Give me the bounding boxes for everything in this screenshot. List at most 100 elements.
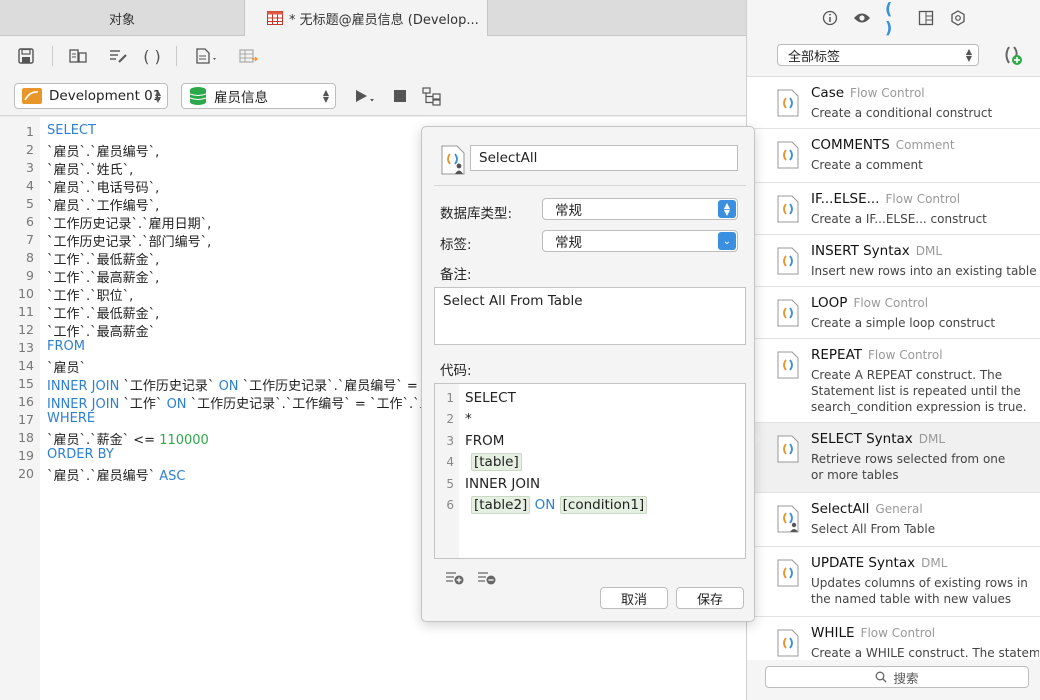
db-type-select[interactable]: 常规 ▲ ▼ [542, 198, 738, 220]
database-select[interactable]: 雇员信息 ▲ ▼ [181, 83, 336, 109]
snippet-item[interactable]: COMMENTS Comment Create a comment [747, 129, 1040, 183]
placeholder-token[interactable]: [condition1] [559, 496, 648, 514]
explain-tree-icon [422, 87, 441, 106]
sql-keyword: FROM [47, 339, 85, 354]
run-button[interactable] [350, 84, 380, 108]
save-button[interactable] [14, 44, 38, 68]
snippet-description: Create a conditional construct [811, 106, 993, 120]
beautify-sql-button[interactable] [106, 44, 130, 68]
code-text: `雇员`.`姓氏`, [47, 163, 134, 178]
sql-keyword: WHERE [47, 411, 96, 426]
tab-bar: 对象 * 无标题@雇员信息 (Develop... [0, 0, 746, 36]
code-line: INNER JOIN `工作历史记录` ON `工作历史记录`.`雇员编号` =… [47, 375, 441, 394]
code-line: [table] [471, 453, 522, 471]
code-line: `工作`.`最低薪金`, [47, 303, 159, 322]
snippet-parentheses-icon[interactable]: ( ) [885, 0, 903, 37]
code-text: * [465, 411, 472, 427]
snippet-item[interactable]: UPDATE Syntax DML Updates columns of exis… [747, 547, 1040, 617]
code-line: WHERE [47, 411, 95, 426]
code-line: `雇员`.`雇员编号` ASC [47, 465, 186, 484]
cancel-button[interactable]: 取消 [600, 587, 668, 609]
export-table-icon [239, 49, 258, 63]
add-snippet-icon[interactable] [1001, 44, 1023, 66]
line-number: 13 [18, 340, 34, 355]
snippet-search-input[interactable]: 搜索 [765, 666, 1029, 688]
layout-icon[interactable] [917, 9, 935, 27]
note-textarea[interactable]: Select All From Table [434, 287, 746, 345]
snippet-item[interactable]: WHILE Flow Control Create a WHILE constru… [747, 617, 1040, 660]
placeholder-token[interactable]: [table2] [471, 496, 531, 514]
snippet-category: Flow Control [850, 86, 925, 100]
snippet-description: Create a comment [811, 158, 923, 172]
line-number: 15 [18, 376, 34, 391]
connection-select[interactable]: Development 01 ▲ ▼ [14, 83, 168, 109]
placeholder-token[interactable]: [table] [471, 453, 522, 471]
note-text: Select All From Table [443, 293, 583, 309]
line-number-gutter: 1 2 3 4 5 6 [435, 384, 459, 558]
snippet-item[interactable]: SELECT Syntax DML Retrieve rows selected … [747, 423, 1040, 493]
sql-keyword: ORDER BY [47, 447, 114, 462]
add-placeholder-icon[interactable] [444, 569, 466, 585]
divider [434, 185, 746, 186]
explain-button[interactable] [420, 84, 444, 108]
stop-button[interactable] [388, 84, 412, 108]
user-snippet-file-icon [441, 145, 465, 175]
snippet-category: DML [921, 556, 948, 570]
text-menu-button[interactable] [190, 44, 224, 68]
snippet-code-editor[interactable]: 1 2 3 4 5 6 SELECT * FROM [table] INNER … [434, 383, 746, 559]
chevron-updown-icon: ▲ ▼ [322, 88, 329, 104]
snippet-category: Flow Control [885, 192, 961, 206]
line-number: 20 [18, 466, 34, 481]
code-text: `工作历史记录`.`部门编号`, [47, 235, 212, 250]
connection-name: Development 01 [49, 88, 162, 104]
mysql-connection-icon [22, 88, 42, 104]
snippet-category: Flow Control [860, 626, 936, 640]
snippet-description: Insert new rows into an existing table [811, 264, 1037, 278]
preview-eye-icon[interactable] [853, 9, 871, 27]
line-number: 6 [26, 214, 34, 229]
snippet-name: WHILE [811, 625, 855, 641]
code-label: 代码: [440, 363, 472, 379]
code-line: `雇员`.`薪金` <= 110000 [47, 429, 209, 448]
export-result-button[interactable] [236, 44, 260, 68]
snippet-item[interactable]: SelectAll General Select All From Table [747, 493, 1040, 547]
sql-keyword: ON [534, 497, 556, 513]
snippet-file-icon [777, 629, 799, 657]
chevron-updown-icon: ▲ ▼ [154, 88, 161, 104]
snippet-name-input[interactable]: SelectAll [470, 145, 738, 171]
query-table-icon [267, 11, 283, 25]
tab-query-label: * 无标题@雇员信息 (Develop... [289, 12, 479, 28]
snippet-file-icon [777, 351, 799, 379]
info-icon[interactable] [821, 9, 839, 27]
tag-filter-select[interactable]: 全部标签 ▲ ▼ [777, 44, 979, 66]
sql-keyword: FROM [465, 433, 505, 449]
snippet-item[interactable]: INSERT Syntax DML Insert new rows into an… [747, 235, 1040, 287]
snippet-item[interactable]: LOOP Flow Control Create a simple loop co… [747, 287, 1040, 339]
snippet-item[interactable]: IF...ELSE... Flow Control Create a IF...E… [747, 183, 1040, 235]
snippet-category: DML [915, 244, 943, 258]
line-number: 12 [18, 322, 34, 337]
snippet-file-icon [777, 435, 799, 463]
tag-select[interactable]: 常规 ⌄ [542, 230, 738, 252]
code-line: `工作历史记录`.`雇用日期`, [47, 213, 211, 232]
tab-objects-label: 对象 [108, 12, 135, 28]
snippet-item[interactable]: Case Flow Control Create a conditional co… [747, 77, 1040, 129]
snippet-file-icon [777, 247, 799, 275]
line-number: 8 [26, 250, 34, 265]
snippet-title: SelectAll General [811, 501, 923, 517]
snippet-name: COMMENTS [811, 137, 890, 153]
hexagon-settings-icon[interactable] [949, 9, 967, 27]
snippet-category: General [875, 502, 923, 516]
code-text: `工作`.`最低薪金`, [47, 253, 160, 268]
remove-placeholder-icon[interactable] [476, 569, 498, 585]
line-number: 3 [26, 160, 34, 175]
tag-value: 常规 [555, 235, 582, 251]
tab-objects[interactable]: 对象 [0, 0, 244, 36]
sql-keyword: INNER JOIN [47, 397, 120, 412]
snippet-item[interactable]: REPEAT Flow Control Create A REPEAT const… [747, 339, 1040, 423]
query-builder-button[interactable] [66, 44, 90, 68]
line-number: 18 [18, 430, 34, 445]
code-snippet-button[interactable]: ( ) [140, 44, 164, 68]
tab-query[interactable]: * 无标题@雇员信息 (Develop... [244, 0, 488, 36]
save-snippet-button[interactable]: 保存 [676, 587, 744, 609]
